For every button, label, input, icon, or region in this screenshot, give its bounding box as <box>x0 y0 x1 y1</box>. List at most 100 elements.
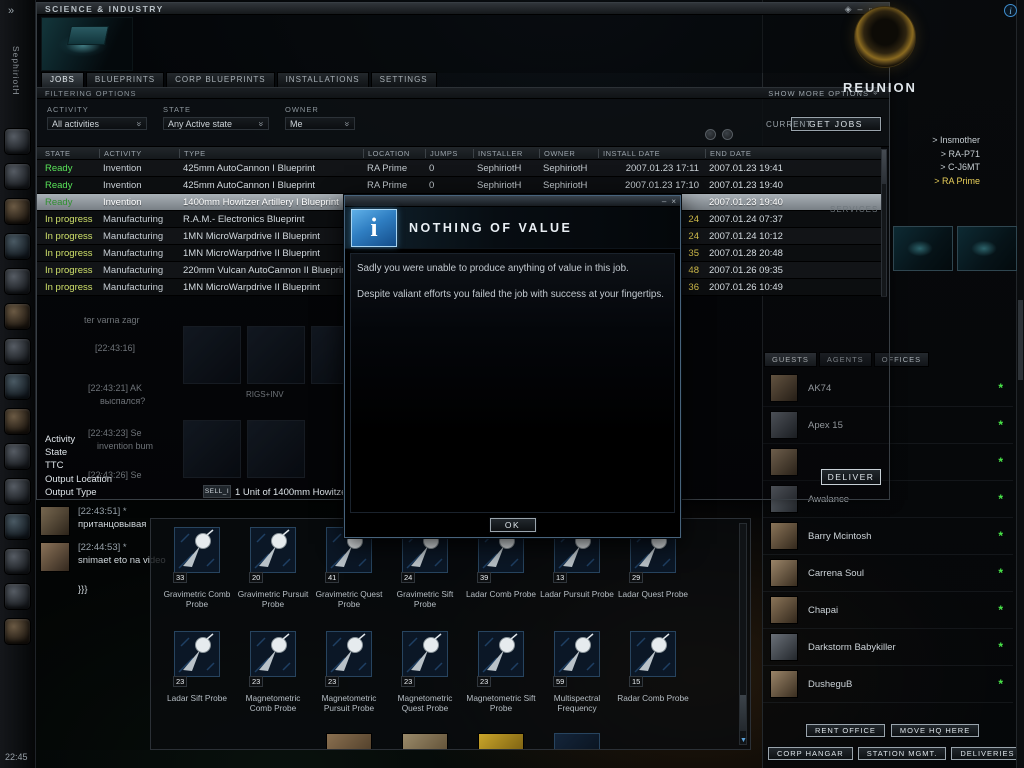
help-info-icon[interactable]: i <box>1004 4 1017 17</box>
window-tab[interactable]: CORP BLUEPRINTS <box>166 72 275 88</box>
output-item-icon[interactable]: SELL_I <box>203 485 231 498</box>
filter-label: ACTIVITY <box>47 105 89 114</box>
column-header[interactable]: INSTALL DATE <box>598 148 705 158</box>
scroll-down-icon[interactable]: ▼ <box>740 737 747 744</box>
chat-avatar[interactable] <box>40 542 70 572</box>
station-footer-button[interactable]: STATION MGMT. <box>857 747 947 760</box>
filter-dropdown[interactable]: Any Active state » <box>163 117 269 130</box>
window-control-icon[interactable]: ◈ <box>845 4 852 14</box>
dialog-titlebar[interactable]: – × <box>345 196 680 207</box>
neocom-icon[interactable] <box>4 478 31 505</box>
job-jumps: 0 <box>429 162 435 174</box>
neocom-icon[interactable] <box>4 233 31 260</box>
inventory-scrollbar[interactable]: ▼ <box>739 523 747 745</box>
guest-row[interactable]: Chapai * <box>763 592 1013 629</box>
job-state: Ready <box>45 179 73 191</box>
station-footer-button[interactable]: DELIVERIES <box>951 747 1024 760</box>
neocom-icon[interactable] <box>4 268 31 295</box>
filter-dropdown[interactable]: All activities » <box>47 117 147 130</box>
guest-row[interactable]: Darkstorm Babykiller * <box>763 629 1013 666</box>
inventory-item[interactable]: 23 Magnetometric Sift Probe <box>463 629 539 733</box>
inventory-item[interactable]: 20 Gravimetric Pursuit Probe <box>235 525 311 629</box>
column-header[interactable]: STATE <box>37 149 99 158</box>
station-footer-button[interactable]: RENT OFFICE <box>806 724 885 737</box>
ok-button[interactable]: OK <box>489 518 536 532</box>
scrollbar-handle[interactable] <box>740 695 746 731</box>
deliver-button[interactable]: DELIVER <box>821 469 881 485</box>
inventory-item[interactable]: 23 Magnetometric Comb Probe <box>235 629 311 733</box>
inventory-item[interactable]: 39 Ladar Comb Probe <box>463 525 539 629</box>
station-footer-button[interactable]: MOVE HQ HERE <box>890 724 980 737</box>
dialog-control-icon[interactable]: × <box>671 197 676 206</box>
inventory-item[interactable]: 29 Ladar Quest Probe <box>615 525 691 629</box>
neocom-icon[interactable] <box>4 548 31 575</box>
item-quantity-badge: 23 <box>477 676 492 687</box>
window-tab[interactable]: SETTINGS <box>370 72 437 88</box>
column-header[interactable]: JUMPS <box>425 148 473 158</box>
expand-icon[interactable]: » <box>8 5 14 17</box>
window-control-icon[interactable]: – <box>858 4 863 14</box>
filter-label: STATE <box>163 105 192 114</box>
chat-text: }}} <box>78 584 88 595</box>
station-render-thumbnail[interactable] <box>893 226 953 271</box>
window-tab[interactable]: JOBS <box>41 72 84 88</box>
station-footer-button[interactable]: CORP HANGAR <box>768 747 853 760</box>
neocom-icon[interactable] <box>4 443 31 470</box>
column-header[interactable]: INSTALLER <box>473 148 539 158</box>
neocom-icon[interactable] <box>4 338 31 365</box>
inventory-item[interactable]: 41 Gravimetric Quest Probe <box>311 525 387 629</box>
neocom-icon[interactable] <box>4 408 31 435</box>
neocom-icon[interactable] <box>4 198 31 225</box>
neocom-icon[interactable] <box>4 513 31 540</box>
inventory-item[interactable]: 59 Multispectral Frequency <box>539 629 615 733</box>
chat-message: [22:44:53] * snimaet eto na video <box>40 542 166 572</box>
filter-label: OWNER <box>285 105 319 114</box>
item-name: Gravimetric Sift Probe <box>396 589 454 609</box>
jobs-next-icon[interactable] <box>722 129 733 140</box>
window-header-area <box>37 15 889 73</box>
dialog-control-icon[interactable]: – <box>662 197 666 206</box>
neocom-icon[interactable] <box>4 163 31 190</box>
station-scrollbar[interactable] <box>1016 0 1024 768</box>
filter-value: Me <box>290 118 303 129</box>
item-name: Magnetometric Pursuit Probe <box>321 693 377 713</box>
column-header[interactable]: END DATE <box>705 148 823 158</box>
column-header[interactable]: OWNER <box>539 148 598 158</box>
inventory-item[interactable]: 23 Magnetometric Pursuit Probe <box>311 629 387 733</box>
inventory-item[interactable]: 23 Ladar Sift Probe <box>159 629 235 733</box>
filter-dropdown[interactable]: Me » <box>285 117 355 130</box>
inventory-partial-tile[interactable] <box>554 733 600 749</box>
column-header[interactable]: LOCATION <box>363 148 425 158</box>
inventory-item[interactable]: 23 Magnetometric Quest Probe <box>387 629 463 733</box>
column-header[interactable]: ACTIVITY <box>99 148 179 158</box>
inventory-item[interactable]: 33 Gravimetric Comb Probe <box>159 525 235 629</box>
window-tab[interactable]: BLUEPRINTS <box>85 72 165 88</box>
jobs-table-header[interactable]: STATE ACTIVITY TYPE LOCATION JUMPS INSTALLER O… <box>37 147 881 160</box>
guest-row[interactable]: Carrena Soul * <box>763 555 1013 592</box>
guest-row[interactable]: DusheguB * <box>763 666 1013 703</box>
inventory-partial-tile[interactable] <box>402 733 448 749</box>
window-tab[interactable]: INSTALLATIONS <box>276 72 369 88</box>
inventory-partial-tile[interactable] <box>478 733 524 749</box>
neocom-icon[interactable] <box>4 128 31 155</box>
column-header[interactable]: TYPE <box>179 148 363 158</box>
window-titlebar[interactable]: SCIENCE & INDUSTRY ◈–▫× <box>37 3 889 15</box>
neocom-icon[interactable] <box>4 583 31 610</box>
neocom-icon[interactable] <box>4 618 31 645</box>
station-render-thumbnail[interactable] <box>957 226 1017 271</box>
standing-star-icon: * <box>998 418 1003 432</box>
inventory-item[interactable]: 24 Gravimetric Sift Probe <box>387 525 463 629</box>
job-type: 425mm AutoCannon I Blueprint <box>183 162 316 174</box>
inventory-item[interactable]: 13 Ladar Pursuit Probe <box>539 525 615 629</box>
probe-icon <box>174 631 220 677</box>
job-detail-label: Activity <box>45 434 76 445</box>
job-row[interactable]: Ready Invention 425mm AutoCannon I Bluep… <box>37 160 881 177</box>
neocom-icon[interactable] <box>4 373 31 400</box>
job-owner: SephiriotH <box>543 162 588 174</box>
neocom-icon[interactable] <box>4 303 31 330</box>
inventory-item[interactable]: 15 Radar Comb Probe <box>615 629 691 733</box>
chat-avatar[interactable] <box>40 506 70 536</box>
guest-row[interactable]: Barry Mcintosh * <box>763 518 1013 555</box>
jobs-prev-icon[interactable] <box>705 129 716 140</box>
job-row[interactable]: Ready Invention 425mm AutoCannon I Bluep… <box>37 177 881 194</box>
